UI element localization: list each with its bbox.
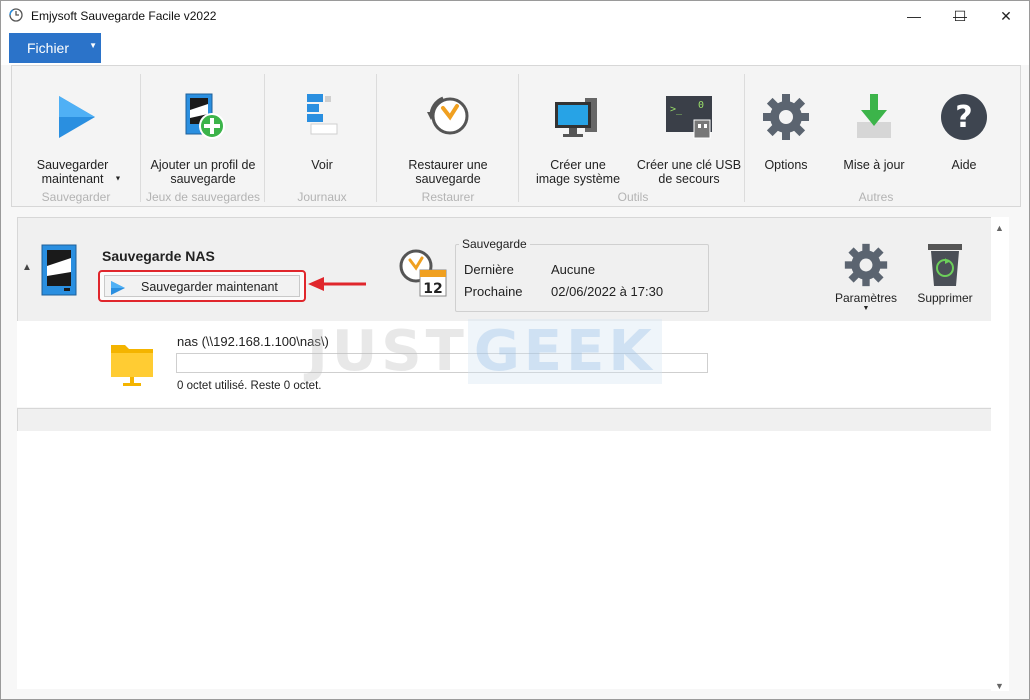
scroll-up-icon[interactable]: ▲	[995, 223, 1004, 233]
trash-icon	[928, 244, 962, 286]
group-separator	[264, 74, 265, 202]
create-rescue-usb-button[interactable]: >_ 0 Créer une clé USB de secours	[634, 72, 744, 190]
last-backup-value: Aucune	[551, 262, 596, 277]
group-label-backup-sets: Jeux de sauvegardes	[145, 190, 261, 204]
usb-terminal-icon: >_ 0	[666, 96, 712, 139]
add-profile-button[interactable]: Ajouter un profil de sauvegarde	[142, 72, 264, 190]
app-logo-icon	[9, 8, 23, 22]
menu-bar: Fichier ▼	[1, 31, 1029, 65]
group-label-restore: Restaurer	[421, 190, 475, 204]
svg-text:0: 0	[698, 100, 704, 111]
next-backup-value: 02/06/2022 à 17:30	[551, 284, 664, 299]
watermark-part2: GEEK	[467, 319, 662, 384]
justgeek-watermark-logo: JUST GEEK	[307, 319, 743, 385]
minimize-button-2[interactable]: —	[891, 1, 937, 31]
log-view-icon	[307, 94, 338, 135]
close-icon: ✕	[1000, 7, 1012, 24]
group-label-logs: Journaux	[297, 190, 347, 204]
group-separator	[140, 74, 141, 202]
backup-now-label: Sauvegarder maintenant	[36, 158, 109, 186]
scroll-down-icon[interactable]: ▼	[995, 681, 1004, 691]
chevron-down-icon: ▼	[89, 41, 97, 50]
backup-list-area	[17, 431, 991, 689]
restore-clock-icon	[427, 96, 469, 135]
backup-now-ribbon-button[interactable]: Sauvegarder maintenant ▼	[14, 72, 138, 190]
profile-delete-button[interactable]: Supprimer	[912, 242, 978, 305]
profile-name: Sauvegarde NAS	[102, 248, 215, 264]
help-button[interactable]: ? Aide	[924, 72, 1004, 190]
maximize-button[interactable]: ☐	[937, 1, 983, 31]
add-profile-label: Ajouter un profil de sauvegarde	[150, 158, 256, 186]
backup-now-button[interactable]: Sauvegarder maintenant	[98, 270, 306, 302]
list-header-bar	[17, 408, 993, 432]
schedule-calendar-icon: 12	[399, 249, 447, 297]
update-label: Mise à jour	[843, 158, 905, 172]
help-label: Aide	[951, 158, 977, 172]
restore-backup-button[interactable]: Restaurer une sauvegarde	[380, 72, 516, 190]
minimize-glyph: —	[907, 8, 921, 24]
gear-icon	[763, 94, 809, 140]
create-system-image-label: Créer une image système	[535, 158, 621, 186]
file-menu-label: Fichier	[27, 40, 70, 56]
close-button[interactable]: ✕	[983, 1, 1029, 31]
view-logs-label: Voir	[311, 158, 333, 172]
profile-settings-button[interactable]: Paramètres ▼	[830, 242, 902, 312]
help-icon: ?	[941, 94, 987, 140]
nas-profile-icon	[41, 244, 77, 296]
dropdown-caret-icon: ▼	[114, 175, 122, 183]
group-separator	[744, 74, 745, 202]
options-button[interactable]: Options	[748, 72, 824, 190]
dropdown-caret-icon: ▼	[862, 305, 870, 312]
options-label: Options	[764, 158, 808, 172]
create-system-image-button[interactable]: Créer une image système	[522, 72, 634, 190]
watermark-part1: JUST	[307, 319, 468, 384]
svg-text:>_: >_	[670, 104, 683, 115]
profile-delete-label: Supprimer	[917, 291, 973, 305]
app-window: Emjysoft Sauvegarde Facile v2022 — — ☐ ✕…	[0, 0, 1030, 700]
network-folder-icon	[111, 345, 153, 386]
create-rescue-usb-label: Créer une clé USB de secours	[636, 158, 742, 186]
maximize-icon: ☐	[953, 7, 967, 24]
vertical-scrollbar[interactable]: ▲ ▼	[991, 217, 1009, 691]
backup-now-button-label: Sauvegarder maintenant	[141, 280, 278, 294]
calendar-day: 12	[423, 281, 442, 297]
backup-profile-panel: ▲ Sauvegarde NAS Sauvegarder maintenant	[17, 217, 993, 323]
restore-backup-label: Restaurer une sauvegarde	[408, 158, 488, 186]
group-separator	[376, 74, 377, 202]
schedule-box	[455, 244, 709, 312]
play-icon	[111, 281, 125, 295]
play-icon	[59, 96, 95, 138]
storage-usage-text: 0 octet utilisé. Reste 0 octet.	[177, 380, 322, 392]
window-title: Emjysoft Sauvegarde Facile v2022	[31, 9, 217, 23]
ribbon-toolbar: Sauvegarder maintenant ▼ Ajouter un profi…	[11, 65, 1021, 207]
next-backup-label: Prochaine	[464, 284, 523, 299]
schedule-legend: Sauvegarde	[459, 237, 530, 251]
group-separator	[518, 74, 519, 202]
destination-path: nas (\\192.168.1.100\nas\)	[177, 334, 329, 349]
gear-icon	[844, 243, 888, 287]
profile-settings-label: Paramètres	[834, 291, 898, 305]
group-label-tools: Outils	[617, 190, 649, 204]
group-label-backup: Sauvegarder	[41, 190, 111, 204]
file-menu-button[interactable]: Fichier ▼	[9, 33, 101, 63]
download-arrow-icon	[857, 94, 891, 138]
red-arrow-annotation	[308, 277, 366, 291]
view-logs-button[interactable]: Voir	[268, 72, 376, 190]
svg-text:?: ?	[955, 100, 972, 135]
update-button[interactable]: Mise à jour	[824, 72, 924, 190]
group-label-others: Autres	[858, 190, 894, 204]
title-bar: Emjysoft Sauvegarde Facile v2022 —	[1, 1, 1029, 31]
monitor-icon	[555, 98, 597, 137]
collapse-chevron-icon[interactable]: ▲	[22, 262, 32, 273]
add-profile-icon	[185, 93, 225, 139]
last-backup-label: Dernière	[464, 262, 514, 277]
